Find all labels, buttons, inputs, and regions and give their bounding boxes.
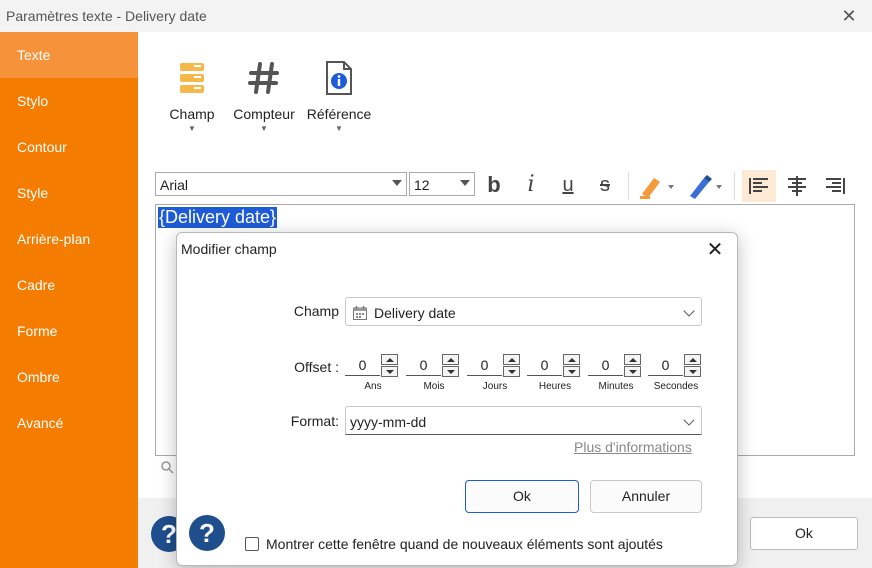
close-icon[interactable]: ✕ — [705, 237, 725, 262]
increment-arrow-icon[interactable] — [503, 354, 520, 365]
ok-button[interactable]: Ok — [750, 517, 858, 550]
reference-button[interactable]: Référence ▼ — [306, 56, 372, 133]
show-dialog-checkbox[interactable] — [245, 537, 259, 551]
window-close-icon[interactable]: ✕ — [840, 5, 858, 27]
field-icon — [180, 63, 204, 93]
chevron-down-icon: ▼ — [260, 124, 268, 133]
offset-seconds-input[interactable]: 0 — [648, 354, 683, 376]
format-label: Format: — [290, 413, 339, 429]
align-left-button[interactable] — [742, 170, 776, 202]
champ-label: Champ — [169, 106, 215, 122]
compteur-button[interactable]: Compteur ▼ — [230, 56, 298, 133]
offset-days-caption: Jours — [482, 381, 508, 392]
format-combobox[interactable]: yyyy-mm-dd — [345, 406, 702, 435]
show-dialog-checkbox-label[interactable]: Montrer cette fenêtre quand de nouveaux … — [266, 536, 663, 552]
sidebar-item-style[interactable]: Style — [0, 170, 138, 216]
selected-field-text[interactable]: {Delivery date} — [158, 207, 278, 228]
increment-arrow-icon[interactable] — [442, 354, 459, 365]
sidebar-item-avance[interactable]: Avancé — [0, 400, 138, 446]
sidebar-item-ombre[interactable]: Ombre — [0, 354, 138, 400]
font-family-select[interactable]: Arial — [155, 172, 407, 196]
underline-button[interactable]: u — [554, 172, 582, 198]
toolbar-separator — [734, 172, 735, 200]
align-left-icon — [749, 178, 768, 194]
align-right-button[interactable] — [818, 170, 852, 202]
chevron-down-icon: ▼ — [188, 124, 196, 133]
align-right-icon — [826, 178, 845, 194]
decrement-arrow-icon[interactable] — [684, 366, 701, 377]
sidebar-item-stylo[interactable]: Stylo — [0, 78, 138, 124]
info-document-icon — [326, 61, 352, 95]
reference-label: Référence — [306, 106, 372, 122]
calendar-icon — [353, 306, 367, 320]
format-value: yyyy-mm-dd — [350, 414, 427, 430]
more-info-link[interactable]: Plus d'informations — [574, 439, 692, 455]
increment-arrow-icon[interactable] — [624, 354, 641, 365]
offset-years-caption: Ans — [364, 381, 382, 392]
align-center-button[interactable] — [780, 170, 814, 202]
bold-button[interactable]: b — [480, 172, 508, 198]
compteur-label: Compteur — [233, 106, 295, 122]
offset-days-input[interactable]: 0 — [467, 354, 502, 376]
font-family-value: Arial — [160, 177, 189, 193]
decrement-arrow-icon[interactable] — [503, 366, 520, 377]
offset-label: Offset : — [294, 359, 339, 375]
strikethrough-button[interactable]: s — [591, 172, 619, 198]
help-icon[interactable]: ? — [189, 515, 225, 551]
sidebar-item-forme[interactable]: Forme — [0, 308, 138, 354]
chevron-down-icon — [683, 305, 695, 317]
offset-months-caption: Mois — [423, 381, 445, 392]
text-color-button[interactable] — [684, 172, 724, 200]
offset-hours-input[interactable]: 0 — [527, 354, 562, 376]
decrement-arrow-icon[interactable] — [442, 366, 459, 377]
dropdown-arrow-icon — [460, 180, 470, 186]
champ-button[interactable]: Champ ▼ — [166, 56, 218, 133]
hash-icon — [248, 62, 279, 94]
offset-years-input[interactable]: 0 — [345, 354, 380, 376]
window-titlebar: Paramètres texte - Delivery date ✕ — [0, 0, 872, 32]
offset-hours-caption: Heures — [538, 381, 572, 392]
zoom-icon[interactable] — [160, 460, 174, 477]
chevron-down-icon[interactable] — [683, 414, 695, 426]
dialog-cancel-button[interactable]: Annuler — [590, 480, 702, 513]
dropdown-arrow-icon — [392, 180, 402, 186]
increment-arrow-icon[interactable] — [563, 354, 580, 365]
dialog-ok-button[interactable]: Ok — [465, 480, 579, 513]
sidebar-item-cadre[interactable]: Cadre — [0, 262, 138, 308]
dialog-title: Modifier champ — [181, 241, 277, 257]
sidebar-item-arriere-plan[interactable]: Arrière-plan — [0, 216, 138, 262]
highlight-color-button[interactable] — [636, 172, 676, 200]
sidebar-item-texte[interactable]: Texte — [0, 32, 138, 78]
champ-select[interactable]: Delivery date — [345, 297, 702, 326]
highlighter-icon — [640, 178, 674, 199]
offset-minutes-caption: Minutes — [598, 381, 634, 392]
champ-field-label: Champ — [293, 303, 339, 319]
align-center-icon — [788, 176, 806, 196]
sidebar-item-contour[interactable]: Contour — [0, 124, 138, 170]
offset-seconds-caption: Secondes — [653, 381, 699, 392]
increment-arrow-icon[interactable] — [684, 354, 701, 365]
settings-sidebar: Texte Stylo Contour Style Arrière-plan C… — [0, 32, 138, 568]
decrement-arrow-icon[interactable] — [381, 366, 398, 377]
window-title: Paramètres texte - Delivery date — [6, 8, 207, 24]
offset-months-input[interactable]: 0 — [406, 354, 441, 376]
pen-icon — [690, 175, 722, 199]
increment-arrow-icon[interactable] — [381, 354, 398, 365]
modifier-champ-dialog: Modifier champ ✕ Champ Delivery date Off… — [176, 232, 738, 566]
toolbar-separator — [628, 172, 629, 200]
decrement-arrow-icon[interactable] — [563, 366, 580, 377]
champ-select-value: Delivery date — [374, 305, 456, 321]
chevron-down-icon: ▼ — [335, 124, 343, 133]
italic-button[interactable]: i — [517, 172, 545, 198]
font-size-value: 12 — [414, 177, 430, 193]
decrement-arrow-icon[interactable] — [624, 366, 641, 377]
offset-minutes-input[interactable]: 0 — [588, 354, 623, 376]
font-size-select[interactable]: 12 — [409, 172, 475, 196]
